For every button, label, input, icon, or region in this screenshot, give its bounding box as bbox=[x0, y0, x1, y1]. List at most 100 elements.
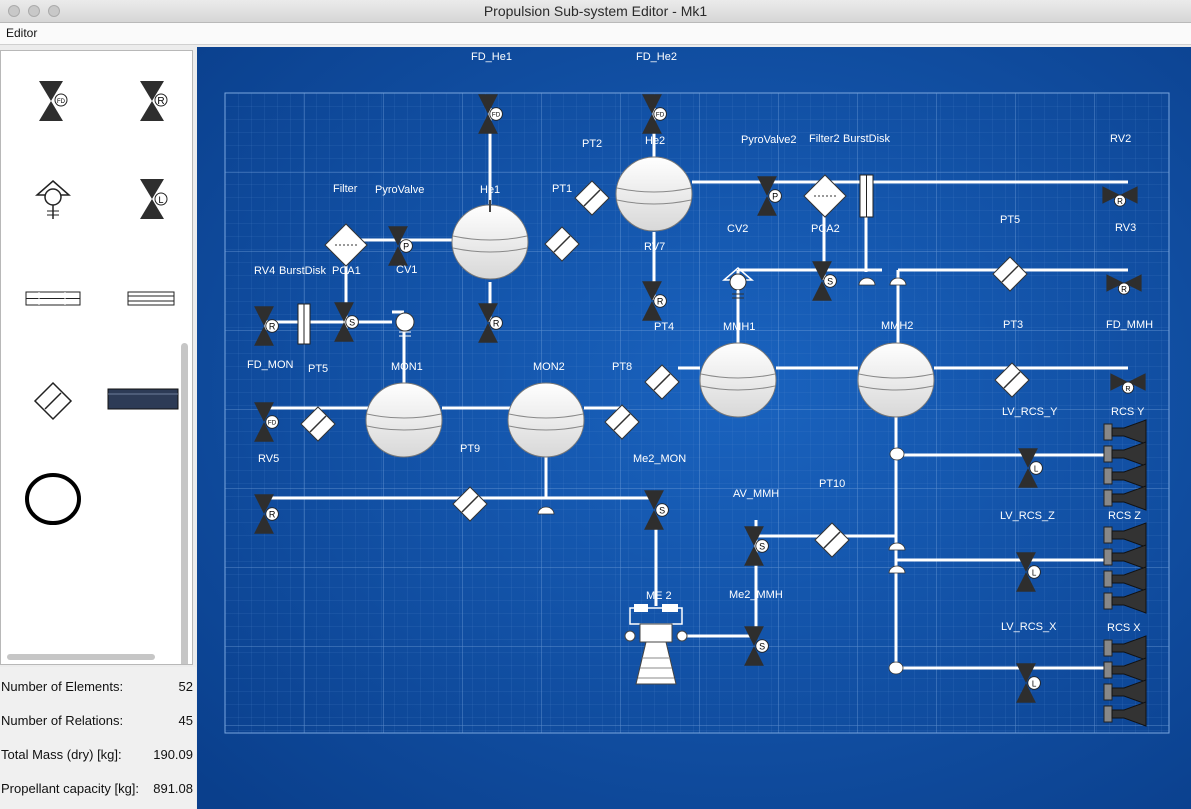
tank-mon1[interactable] bbox=[365, 382, 443, 458]
palette-fill-drain-valve[interactable]: FD bbox=[31, 79, 79, 128]
schematic-svg[interactable]: FD FD R R P P S S R FD R S S S L L L R R… bbox=[197, 47, 1191, 809]
title-bar: Propulsion Sub-system Editor - Mk1 bbox=[0, 0, 1191, 23]
label-pt3: PT3 bbox=[1003, 319, 1023, 331]
label-lv-rcs-x: LV_RCS_X bbox=[1001, 621, 1057, 633]
svg-text:L: L bbox=[1034, 465, 1039, 474]
svg-text:L: L bbox=[158, 195, 163, 205]
label-pt10: PT10 bbox=[819, 478, 845, 490]
svg-text:L: L bbox=[1032, 569, 1037, 578]
label-fd-mmh: FD_MMH bbox=[1106, 319, 1153, 331]
label-burstdisk2: BurstDisk bbox=[843, 133, 891, 145]
label-pyrovalve: PyroValve bbox=[375, 184, 424, 196]
component-palette: FD R L bbox=[0, 50, 193, 665]
relations-label: Number of Relations: bbox=[1, 713, 124, 728]
svg-text:L: L bbox=[1032, 680, 1037, 689]
palette-pipe[interactable] bbox=[107, 388, 179, 417]
mass-value: 190.09 bbox=[153, 747, 193, 762]
svg-text:FD: FD bbox=[656, 112, 665, 119]
diagram-canvas[interactable]: FD FD R R P P S S R FD R S S S L L L R R… bbox=[197, 47, 1191, 809]
palette-burst-disk[interactable] bbox=[25, 291, 83, 312]
palette-tank[interactable] bbox=[23, 471, 83, 532]
svg-text:S: S bbox=[659, 506, 665, 516]
elements-label: Number of Elements: bbox=[1, 679, 124, 694]
tank-mmh1[interactable] bbox=[699, 342, 777, 418]
label-pca1: PCA1 bbox=[332, 265, 361, 277]
palette-latch-valve[interactable]: L bbox=[132, 177, 180, 226]
label-lv-rcs-y: LV_RCS_Y bbox=[1002, 406, 1058, 418]
svg-text:S: S bbox=[349, 318, 355, 328]
capacity-value: 891.08 bbox=[153, 781, 193, 796]
label-pt1: PT1 bbox=[552, 183, 572, 195]
palette-pressure-transducer[interactable] bbox=[33, 179, 73, 228]
label-pyrovalve2: PyroValve2 bbox=[741, 134, 796, 146]
elements-value: 52 bbox=[178, 679, 193, 694]
label-pca2: PCA2 bbox=[811, 223, 840, 235]
svg-text:S: S bbox=[759, 542, 765, 552]
label-mon2: MON2 bbox=[533, 361, 565, 373]
label-filter: Filter bbox=[333, 183, 358, 195]
label-pt2: PT2 bbox=[582, 138, 602, 150]
label-he2: He2 bbox=[645, 135, 665, 147]
label-fd-he1: FD_He1 bbox=[471, 51, 512, 63]
label-cv2: CV2 bbox=[727, 223, 748, 235]
svg-text:R: R bbox=[1125, 384, 1130, 393]
label-fd-mon: FD_MON bbox=[247, 359, 294, 371]
palette-vertical-scrollbar[interactable] bbox=[181, 343, 188, 664]
tank-mon2[interactable] bbox=[507, 382, 585, 458]
svg-text:R: R bbox=[493, 319, 500, 329]
menu-bar: Editor bbox=[0, 23, 1191, 45]
label-av-mmh: AV_MMH bbox=[733, 488, 779, 500]
label-lv-rcs-z: LV_RCS_Z bbox=[1000, 510, 1055, 522]
svg-text:R: R bbox=[157, 96, 164, 107]
mass-label: Total Mass (dry) [kg]: bbox=[1, 747, 122, 762]
burst-disk-2[interactable] bbox=[859, 174, 874, 218]
valve-icon: L bbox=[140, 179, 168, 219]
svg-text:P: P bbox=[403, 242, 409, 252]
pipe-icon bbox=[107, 388, 179, 410]
label-me2-mmh: Me2_MMH bbox=[729, 589, 783, 601]
window-title: Propulsion Sub-system Editor - Mk1 bbox=[483, 3, 708, 19]
burst-disk-icon bbox=[25, 291, 81, 306]
label-he1: He1 bbox=[480, 184, 500, 196]
label-rv2: RV2 bbox=[1110, 133, 1131, 145]
svg-text:FD: FD bbox=[268, 420, 277, 427]
palette-horizontal-scrollbar[interactable] bbox=[7, 654, 155, 660]
relations-value: 45 bbox=[178, 713, 193, 728]
burst-disk-1[interactable] bbox=[297, 303, 311, 345]
tank-icon bbox=[25, 473, 81, 525]
label-rv7: RV7 bbox=[644, 241, 665, 253]
tank-mmh2[interactable] bbox=[857, 342, 935, 418]
capacity-label: Propellant capacity [kg]: bbox=[1, 781, 140, 796]
label-mmh1: MMH1 bbox=[723, 321, 755, 333]
svg-text:R: R bbox=[269, 322, 276, 332]
check-valve-icon bbox=[33, 381, 73, 421]
svg-text:R: R bbox=[657, 297, 664, 307]
svg-text:R: R bbox=[1117, 197, 1123, 206]
label-rv3: RV3 bbox=[1115, 222, 1136, 234]
label-pt5-top: PT5 bbox=[1000, 214, 1020, 226]
tank-he2[interactable] bbox=[615, 156, 693, 232]
palette-relief-valve[interactable]: R bbox=[132, 79, 180, 128]
palette-check-valve[interactable] bbox=[33, 381, 73, 426]
svg-text:S: S bbox=[827, 277, 833, 287]
svg-text:P: P bbox=[772, 192, 778, 202]
transducer-icon bbox=[35, 180, 71, 219]
palette-pipe-segment[interactable] bbox=[127, 291, 177, 312]
label-me2: ME 2 bbox=[646, 590, 672, 602]
label-me2-mon: Me2_MON bbox=[633, 453, 686, 465]
statistics-panel: Number of Elements: 52 Number of Relatio… bbox=[0, 667, 196, 809]
svg-text:S: S bbox=[759, 642, 765, 652]
svg-text:FD: FD bbox=[57, 99, 66, 105]
label-pt5: PT5 bbox=[308, 363, 328, 375]
label-mmh2: MMH2 bbox=[881, 320, 913, 332]
menu-editor[interactable]: Editor bbox=[6, 26, 37, 40]
svg-text:R: R bbox=[269, 510, 276, 520]
valve-icon: FD bbox=[39, 81, 68, 121]
label-rcs-z: RCS Z bbox=[1108, 510, 1141, 522]
label-rv4: RV4 bbox=[254, 265, 275, 277]
label-mon1: MON1 bbox=[391, 361, 423, 373]
label-pt4: PT4 bbox=[654, 321, 674, 333]
label-fd-he2: FD_He2 bbox=[636, 51, 677, 63]
svg-text:R: R bbox=[1121, 285, 1127, 294]
label-rv5: RV5 bbox=[258, 453, 279, 465]
